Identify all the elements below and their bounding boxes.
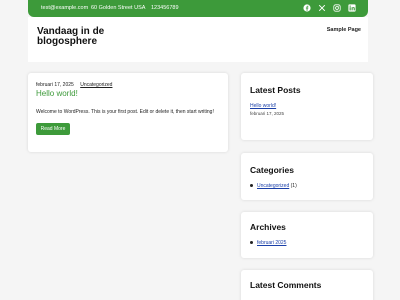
post-meta: februari 17, 2025 Uncategorized: [36, 82, 112, 88]
nav-sample-page[interactable]: Sample Page: [327, 27, 361, 33]
archives-widget: Archives februari 2025: [241, 212, 373, 258]
category-count: (1): [290, 183, 297, 189]
post-excerpt: Welcome to WordPress. This is your first…: [36, 109, 214, 115]
top-bar: test@example.com 60 Golden Street USA 12…: [28, 0, 368, 17]
facebook-icon[interactable]: [303, 4, 311, 12]
post-category[interactable]: Uncategorized: [80, 82, 112, 88]
list-item: februari 2025: [250, 240, 286, 246]
instagram-icon[interactable]: [333, 4, 341, 12]
latest-posts-widget: Latest Posts Hello world! februari 17, 2…: [241, 73, 373, 140]
x-icon[interactable]: [318, 4, 326, 12]
categories-widget: Categories Uncategorized (1): [241, 153, 373, 200]
site-title[interactable]: Vandaag in de blogosphere: [37, 27, 137, 47]
post-date[interactable]: februari 17, 2025: [36, 82, 74, 88]
linkedin-icon[interactable]: [348, 4, 356, 12]
contact-phone[interactable]: 123456789: [151, 5, 179, 11]
read-more-button[interactable]: Read More: [36, 123, 70, 135]
list-item: Uncategorized (1): [250, 183, 297, 189]
latest-post-date: februari 17, 2025: [250, 111, 285, 116]
archive-link[interactable]: februari 2025: [257, 240, 286, 246]
categories-title: Categories: [250, 165, 294, 175]
latest-post-link[interactable]: Hello world!: [250, 103, 276, 109]
post-card: februari 17, 2025 Uncategorized Hello wo…: [28, 73, 228, 152]
contact-address: 60 Golden Street USA: [91, 5, 146, 11]
archives-title: Archives: [250, 222, 286, 232]
social-icons: [303, 4, 356, 12]
site-header: Vandaag in de blogosphere Sample Page: [28, 17, 368, 62]
latest-comments-title: Latest Comments: [250, 280, 322, 290]
post-title[interactable]: Hello world!: [36, 89, 78, 98]
category-link[interactable]: Uncategorized: [257, 183, 289, 189]
latest-posts-title: Latest Posts: [250, 85, 301, 95]
contact-email[interactable]: test@example.com: [41, 5, 88, 11]
latest-comments-widget: Latest Comments: [241, 270, 373, 300]
